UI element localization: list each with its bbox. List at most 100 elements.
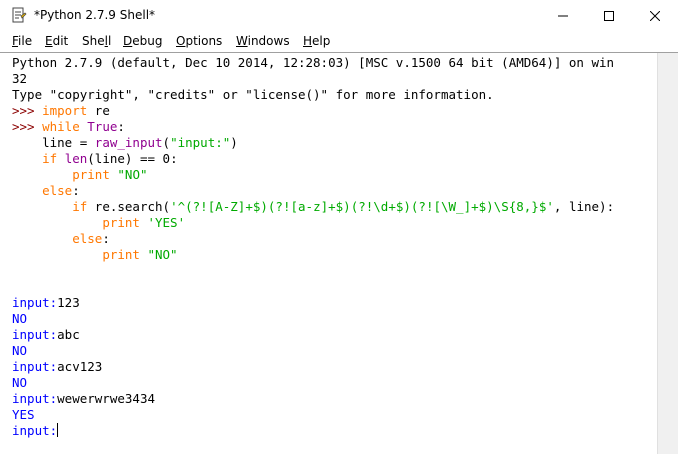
input-prompt: input: — [12, 327, 58, 342]
session-line: input: — [12, 423, 59, 439]
code-text: : — [72, 183, 80, 198]
string-literal: "NO" — [117, 167, 148, 182]
close-button[interactable] — [632, 0, 678, 32]
code-line: if len(line) == 0: — [12, 151, 178, 167]
input-prompt: input: — [12, 423, 58, 438]
code-line: line = raw_input("input:") — [12, 135, 238, 151]
code-text: re — [87, 103, 110, 118]
string-literal: "input:" — [170, 135, 231, 150]
menu-debug-label: ebug — [132, 34, 163, 48]
session-line: input:abc — [12, 327, 80, 343]
user-entry: 123 — [57, 295, 80, 310]
code-text: line = — [12, 135, 95, 150]
session-line: input:wewerwrwe3434 — [12, 391, 155, 407]
builtin: len — [64, 151, 88, 166]
keyword: print — [72, 167, 110, 182]
keyword: print — [102, 215, 140, 230]
keyword: else — [72, 231, 103, 246]
shell-prompt: >>> — [12, 103, 43, 118]
menu-edit-label: dit — [52, 34, 69, 48]
session-line: input:acv123 — [12, 359, 102, 375]
minimize-button[interactable] — [540, 0, 586, 32]
banner-line: Python 2.7.9 (default, Dec 10 2014, 12:2… — [12, 55, 615, 70]
menu-windows[interactable]: Windows — [236, 34, 290, 48]
close-icon — [650, 11, 660, 21]
program-output: NO — [12, 311, 28, 326]
builtin: raw_input — [94, 135, 163, 150]
code-line: print 'YES' — [12, 215, 185, 231]
input-prompt: input: — [12, 391, 58, 406]
code-line: else: — [12, 231, 110, 247]
user-entry: wewerwrwe3434 — [57, 391, 155, 406]
code-line: >>> import re — [12, 103, 110, 119]
menu-edit[interactable]: Edit — [45, 34, 68, 48]
keyword: import — [42, 103, 88, 118]
minimize-icon — [558, 15, 568, 17]
menu-file-label: ile — [18, 34, 33, 48]
user-entry: acv123 — [57, 359, 103, 374]
title-bar[interactable]: *Python 2.7.9 Shell* — [0, 0, 678, 32]
code-line: print "NO" — [12, 247, 178, 263]
menu-shell-label-end: l — [107, 34, 112, 48]
code-text: (line) == 0: — [87, 151, 178, 166]
code-text: re.search( — [87, 199, 171, 214]
banner-line: 32 — [12, 71, 28, 86]
banner-line: Type "copyright", "credits" or "license(… — [12, 87, 494, 102]
input-prompt: input: — [12, 359, 58, 374]
keyword: print — [102, 247, 140, 262]
code-line: else: — [12, 183, 80, 199]
menu-help[interactable]: Help — [303, 34, 330, 48]
shell-text-area[interactable]: Python 2.7.9 (default, Dec 10 2014, 12:2… — [0, 53, 657, 454]
menu-help-label: elp — [312, 34, 331, 48]
text-cursor — [57, 423, 59, 437]
keyword: while — [42, 119, 80, 134]
user-entry: abc — [57, 327, 80, 342]
code-text: , line): — [553, 199, 615, 214]
code-text: : — [117, 119, 125, 134]
menu-windows-mnemonic: W — [236, 34, 248, 48]
program-output: NO — [12, 375, 28, 390]
program-output: YES — [12, 407, 35, 422]
menu-help-mnemonic: H — [303, 34, 313, 48]
menu-file[interactable]: File — [12, 34, 32, 48]
menu-options[interactable]: Options — [176, 34, 222, 48]
menu-debug[interactable]: Debug — [123, 34, 162, 48]
code-line: >>> while True: — [12, 119, 125, 135]
code-text: : — [102, 231, 110, 246]
program-output: NO — [12, 343, 28, 358]
keyword: if — [42, 151, 58, 166]
vertical-scrollbar[interactable] — [657, 53, 678, 454]
keyword: if — [72, 199, 88, 214]
menu-windows-label: indows — [247, 34, 290, 48]
keyword: else — [42, 183, 73, 198]
menu-options-label: ptions — [185, 34, 223, 48]
maximize-button[interactable] — [586, 0, 632, 32]
maximize-icon — [604, 11, 614, 21]
builtin: True — [87, 119, 118, 134]
code-line: if re.search('^(?![A-Z]+$)(?![a-z]+$)(?!… — [12, 199, 614, 215]
string-literal: '^(?![A-Z]+$)(?![a-z]+$)(?!\d+$)(?![\W_]… — [170, 199, 554, 214]
python-idle-icon — [12, 7, 27, 23]
string-literal: "NO" — [147, 247, 178, 262]
string-literal: 'YES' — [147, 215, 186, 230]
menu-edit-mnemonic: E — [45, 34, 53, 48]
code-text: ) — [230, 135, 238, 150]
menu-shell-label-start: She — [82, 34, 105, 48]
session-line: input:123 — [12, 295, 80, 311]
window-title: *Python 2.7.9 Shell* — [34, 8, 156, 22]
menu-shell[interactable]: Shell — [82, 34, 111, 48]
code-text: ( — [162, 135, 171, 150]
input-prompt: input: — [12, 295, 58, 310]
shell-prompt: >>> — [12, 119, 43, 134]
menu-debug-mnemonic: D — [123, 34, 133, 48]
menu-bar: File Edit Shell Debug Options Windows He… — [0, 32, 678, 52]
code-line: print "NO" — [12, 167, 148, 183]
